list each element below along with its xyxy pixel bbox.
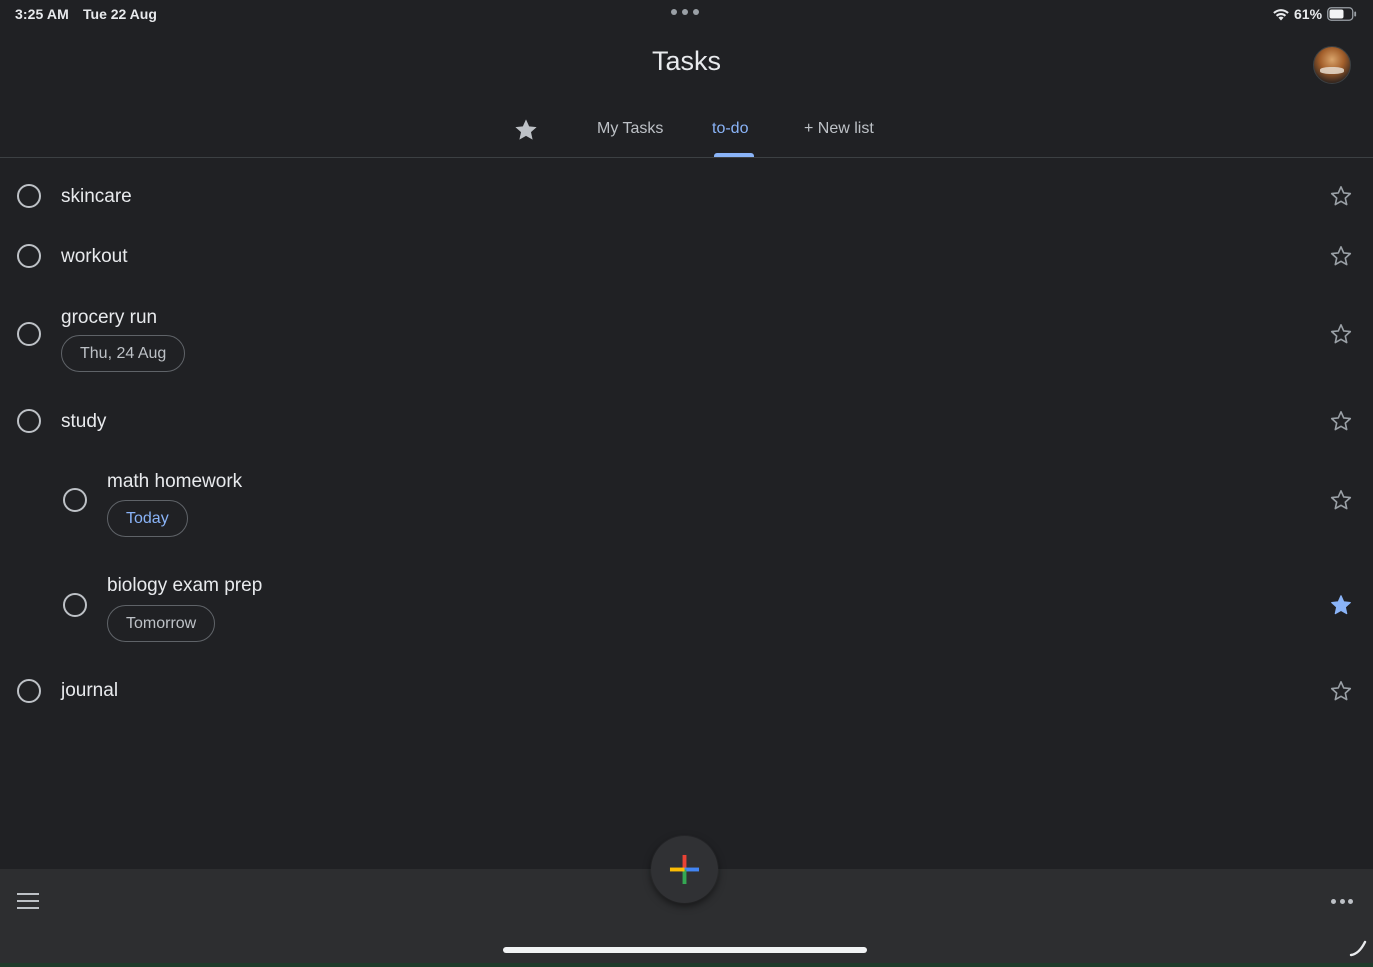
battery-percentage: 61% — [1294, 6, 1323, 22]
star-outline-icon[interactable] — [1329, 488, 1353, 512]
pencil-corner-icon — [1349, 940, 1367, 957]
star-filled-icon[interactable] — [1329, 593, 1353, 617]
task-title[interactable]: journal — [61, 680, 118, 702]
subtask-item[interactable]: math homework Today — [0, 465, 1373, 539]
home-indicator[interactable] — [503, 947, 867, 953]
due-date-chip[interactable]: Today — [107, 500, 188, 537]
complete-checkbox[interactable] — [17, 244, 41, 268]
complete-checkbox[interactable] — [17, 184, 41, 208]
complete-checkbox[interactable] — [17, 322, 41, 346]
task-title[interactable]: biology exam prep — [107, 575, 262, 597]
star-outline-icon[interactable] — [1329, 184, 1353, 208]
add-plus-icon — [669, 854, 700, 885]
subtask-item[interactable]: biology exam prep Tomorrow — [0, 570, 1373, 644]
due-date-chip[interactable]: Thu, 24 Aug — [61, 335, 186, 372]
tab-my-tasks[interactable]: My Tasks — [597, 120, 663, 158]
complete-checkbox[interactable] — [63, 593, 87, 617]
list-item[interactable]: grocery run Thu, 24 Aug — [0, 300, 1373, 374]
due-date-chip[interactable]: Tomorrow — [107, 605, 216, 642]
hamburger-menu-icon[interactable] — [17, 893, 39, 911]
star-outline-icon[interactable] — [1329, 409, 1353, 433]
tasks-app-screen: 3:25 AM Tue 22 Aug 61% Tasks My Tasks to… — [0, 0, 1373, 967]
list-item[interactable]: study — [0, 403, 1373, 443]
tab-starred-star-icon[interactable] — [513, 117, 539, 143]
list-item[interactable]: skincare — [0, 177, 1373, 217]
list-item[interactable]: workout — [0, 238, 1373, 278]
task-title[interactable]: study — [61, 411, 106, 433]
task-title[interactable]: workout — [61, 246, 128, 268]
star-outline-icon[interactable] — [1329, 244, 1353, 268]
task-title[interactable]: grocery run — [61, 307, 157, 329]
wifi-icon — [1273, 9, 1289, 21]
more-horizontal-icon[interactable] — [1331, 899, 1353, 905]
complete-checkbox[interactable] — [63, 488, 87, 512]
star-outline-icon[interactable] — [1329, 679, 1353, 703]
list-tabs: My Tasks to-do + New list — [0, 112, 1373, 158]
complete-checkbox[interactable] — [17, 679, 41, 703]
add-task-button[interactable] — [651, 836, 718, 903]
list-item[interactable]: journal — [0, 673, 1373, 713]
tab-new-list[interactable]: + New list — [804, 120, 874, 158]
task-title[interactable]: skincare — [61, 186, 132, 208]
status-date: Tue 22 Aug — [83, 6, 157, 22]
active-tab-indicator — [714, 153, 754, 157]
task-title[interactable]: math homework — [107, 471, 242, 493]
multitasking-dots-icon[interactable] — [671, 9, 699, 17]
status-time: 3:25 AM — [15, 6, 69, 22]
complete-checkbox[interactable] — [17, 409, 41, 433]
page-title: Tasks — [651, 46, 722, 76]
avatar[interactable] — [1313, 46, 1351, 84]
bottom-edge — [0, 963, 1373, 967]
battery-icon — [1327, 7, 1357, 21]
star-outline-icon[interactable] — [1329, 322, 1353, 346]
status-bar: 3:25 AM Tue 22 Aug 61% — [0, 0, 1373, 28]
